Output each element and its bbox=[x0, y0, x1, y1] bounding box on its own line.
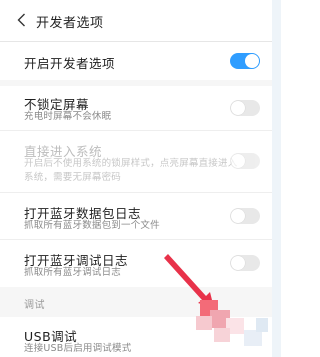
mosaic-block bbox=[244, 330, 262, 346]
bt-packet-log-toggle[interactable] bbox=[230, 208, 260, 224]
dev-options-toggle[interactable] bbox=[230, 53, 260, 69]
mosaic-block bbox=[196, 316, 212, 330]
usb-debug-subtitle: 连接USB后启用调试模式 bbox=[24, 343, 132, 354]
bt-debug-log-toggle[interactable] bbox=[230, 255, 260, 271]
toggle-knob bbox=[231, 101, 245, 115]
developer-options-screen: 开发者选项 开启开发者选项 不锁定屏幕 充电时屏幕不会休眠 直接进入系统 开启后… bbox=[0, 0, 281, 357]
direct-enter-subtitle-2: 系统，需要无屏幕密码 bbox=[24, 172, 122, 183]
toggle-knob bbox=[231, 209, 245, 223]
section-label-debug: 调试 bbox=[24, 300, 45, 311]
bt-debug-log-subtitle: 抓取所有蓝牙调试日志 bbox=[24, 267, 122, 278]
section-header: 调试 bbox=[0, 287, 272, 317]
direct-enter-subtitle-1: 开启后不使用系统的锁屏样式，点亮屏幕直接进入 bbox=[24, 158, 238, 169]
no-lock-row[interactable]: 不锁定屏幕 充电时屏幕不会休眠 bbox=[0, 86, 272, 128]
no-lock-toggle[interactable] bbox=[230, 100, 260, 116]
dev-options-title: 开启开发者选项 bbox=[24, 56, 116, 71]
toggle-knob bbox=[231, 154, 245, 168]
toggle-knob bbox=[245, 54, 259, 68]
dev-options-row[interactable]: 开启开发者选项 bbox=[0, 42, 272, 80]
no-lock-subtitle: 充电时屏幕不会休眠 bbox=[24, 111, 112, 122]
toggle-knob bbox=[231, 256, 245, 270]
page-title: 开发者选项 bbox=[36, 16, 104, 31]
bt-packet-log-row[interactable]: 打开蓝牙数据包日志 抓取所有蓝牙数据包到一个文件 bbox=[0, 193, 272, 238]
mosaic-block bbox=[214, 328, 230, 342]
header: 开发者选项 bbox=[0, 0, 272, 43]
bt-debug-log-row[interactable]: 打开蓝牙调试日志 抓取所有蓝牙调试日志 bbox=[0, 240, 272, 286]
direct-enter-row[interactable]: 直接进入系统 开启后不使用系统的锁屏样式，点亮屏幕直接进入 系统，需要无屏幕密码 bbox=[0, 131, 272, 191]
direct-enter-toggle[interactable] bbox=[230, 153, 260, 169]
bt-packet-log-subtitle: 抓取所有蓝牙数据包到一个文件 bbox=[24, 220, 160, 231]
mosaic-block bbox=[256, 318, 268, 332]
chevron-left-icon[interactable] bbox=[14, 11, 28, 29]
scroll-edge bbox=[272, 0, 281, 357]
